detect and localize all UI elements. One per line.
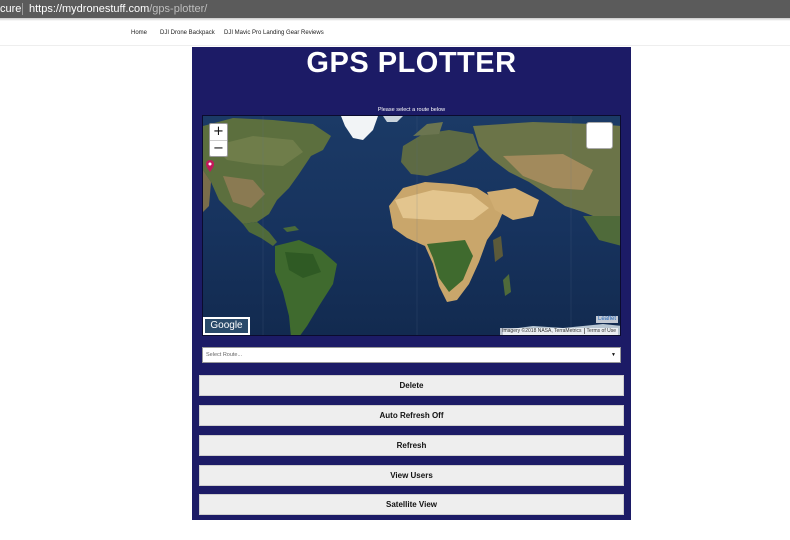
gps-plotter-panel: GPS PLOTTER Please select a route below xyxy=(192,47,631,520)
zoom-in-button[interactable]: + xyxy=(210,124,227,140)
security-label[interactable]: cure xyxy=(0,0,21,18)
auto-refresh-toggle-button[interactable]: Auto Refresh Off xyxy=(199,405,624,426)
url-path: /gps-plotter/ xyxy=(149,3,208,15)
zoom-control: + − xyxy=(209,123,228,157)
route-select[interactable]: Select Route... ▼ xyxy=(202,347,621,363)
address-separator xyxy=(22,3,23,15)
imagery-attribution: Imagery ©2018 NASA, TerraMetrics Terms of… xyxy=(500,328,618,335)
zoom-out-button[interactable]: − xyxy=(210,140,227,156)
route-select-value: Select Route... xyxy=(206,352,243,358)
nav-link-landing-gear-reviews[interactable]: DJI Mavic Pro Landing Gear Reviews xyxy=(224,26,324,40)
browser-address-bar[interactable]: cure https://mydronestuff.com/gps-plotte… xyxy=(0,0,790,18)
leaflet-attribution-link[interactable]: Leaflet xyxy=(595,316,618,323)
delete-button[interactable]: Delete xyxy=(199,375,624,396)
google-logo: Google xyxy=(203,317,250,335)
route-instruction: Please select a route below xyxy=(377,107,446,113)
satellite-map[interactable]: + − Google Leaflet Imagery ©2018 NASA, T… xyxy=(202,115,621,336)
url-host: https://mydronestuff.com xyxy=(29,3,150,15)
imagery-credit: Imagery ©2018 NASA, TerraMetrics xyxy=(502,328,582,334)
world-map-imagery xyxy=(203,116,620,335)
page-title: GPS PLOTTER xyxy=(306,47,517,79)
nav-link-drone-backpack[interactable]: DJI Drone Backpack xyxy=(160,26,215,40)
refresh-button[interactable]: Refresh xyxy=(199,435,624,456)
map-layer-toggle-button[interactable] xyxy=(586,122,613,149)
url-text[interactable]: https://mydronestuff.com/gps-plotter/ xyxy=(29,0,207,18)
nav-divider xyxy=(0,45,790,46)
site-navigation: Home DJI Drone Backpack DJI Mavic Pro La… xyxy=(0,26,790,42)
dropdown-arrow-icon: ▼ xyxy=(611,352,616,358)
nav-link-home[interactable]: Home xyxy=(131,26,147,40)
satellite-view-button[interactable]: Satellite View xyxy=(199,494,624,515)
terms-of-use-link[interactable]: Terms of Use xyxy=(583,328,616,334)
view-users-button[interactable]: View Users xyxy=(199,465,624,486)
location-pin-icon[interactable] xyxy=(206,160,214,172)
toolbar-shadow xyxy=(0,18,790,21)
